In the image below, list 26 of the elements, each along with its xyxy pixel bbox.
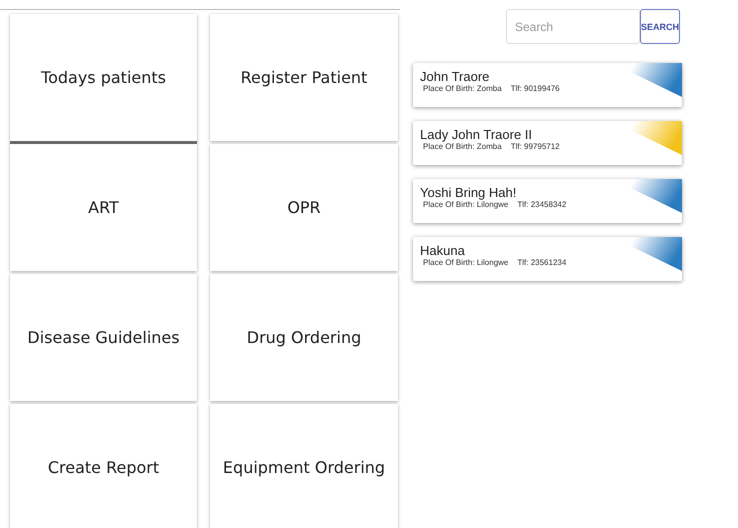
birth-place: Place Of Birth: Lilongwe (423, 258, 508, 267)
menu-tile[interactable]: Todays patients (10, 14, 197, 144)
patient-name: Hakuna (420, 243, 466, 258)
phone-number: Tlf: 23561234 (517, 258, 566, 267)
patient-card[interactable]: Lady John Traore II Place Of Birth: Zomba Tlf: 99795712 (413, 121, 682, 165)
patient-card[interactable]: Hakuna Place Of Birth: Lilongwe Tlf: 23561234 (413, 237, 682, 281)
menu-tile[interactable]: ART (10, 144, 197, 271)
phone-number: Tlf: 23458342 (517, 200, 566, 209)
menu-tile[interactable]: Disease Guidelines (10, 274, 197, 401)
menu-tile[interactable]: Create Report (10, 404, 197, 528)
search-field[interactable]: Search (506, 9, 640, 44)
phone-number: Tlf: 99795712 (510, 142, 560, 151)
patient-card[interactable]: John Traore Place Of Birth: Zomba Tlf: 90199476 (413, 63, 682, 107)
search-button[interactable]: SEARCH (640, 9, 680, 44)
birth-place: Place Of Birth: Zomba (423, 84, 502, 93)
patient-name: John Traore (420, 69, 490, 84)
patient-name: Yoshi Bring Hah! (420, 185, 518, 200)
birth-place: Place Of Birth: Lilongwe (423, 200, 508, 209)
phone-number: Tlf: 90199476 (510, 84, 560, 93)
birth-place: Place Of Birth: Zomba (423, 142, 502, 151)
menu-tile[interactable]: Equipment Ordering (210, 404, 398, 528)
patient-name: Lady John Traore II (420, 127, 534, 142)
menu-tile[interactable]: OPR (210, 144, 398, 271)
menu-tile[interactable]: Drug Ordering (210, 274, 398, 401)
patient-card[interactable]: Yoshi Bring Hah! Place Of Birth: Lilongwe Tlf: 23458342 (413, 179, 682, 223)
menu-tile[interactable]: Register Patient (210, 14, 398, 141)
